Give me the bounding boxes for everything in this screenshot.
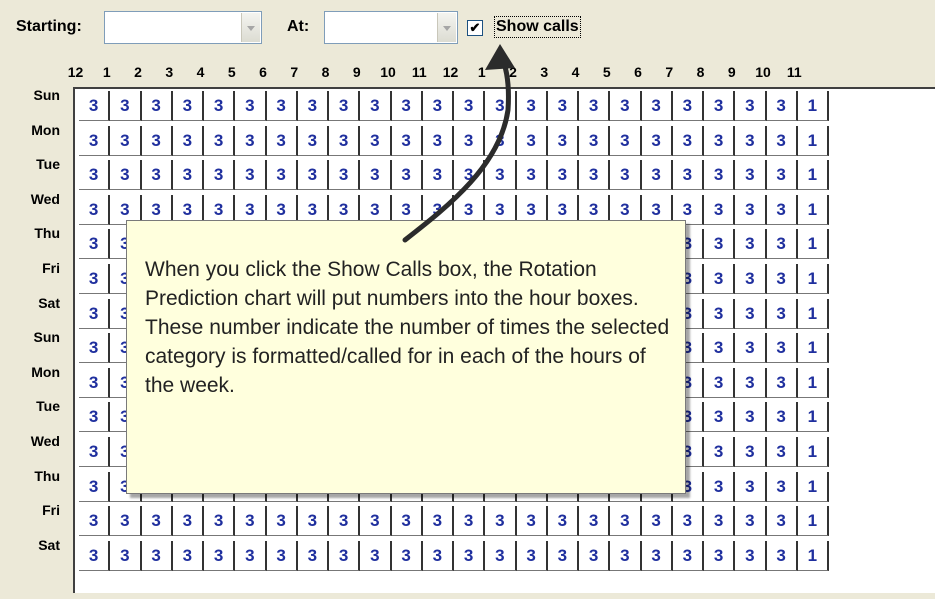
- callout-arrow: [402, 44, 515, 243]
